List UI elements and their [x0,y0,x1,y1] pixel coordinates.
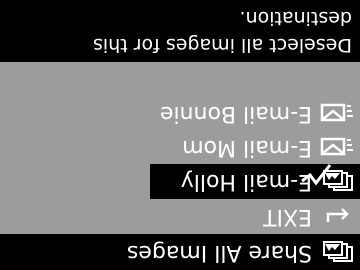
return-arrow-icon [326,208,349,222]
selection-pointer-icon [301,164,332,186]
menu-item-label: E-mail Bonnie [159,101,312,126]
multi-images-icon [323,241,353,262]
help-text-line: Deselect all images for this [92,34,352,56]
help-text-box: Deselect all images for this destination… [0,0,360,62]
menu-item-label: E-mail Mom [182,135,312,160]
menu-item-share-all-images[interactable]: Share All Images [0,234,360,270]
camera-share-menu-screen: Share All Images EXIT E-mail Holly E-mai… [0,0,360,270]
menu-item-email-holly[interactable]: E-mail Holly [150,164,360,199]
menu-item-label: E-mail Holly [180,169,312,195]
help-text-line: destination. [239,7,353,29]
menu-item-label: EXIT [263,204,312,229]
menu-item-label: Share All Images [126,240,312,265]
email-envelope-icon [320,137,353,156]
email-envelope-icon [320,103,353,122]
menu-item-email-bonnie[interactable]: E-mail Bonnie [0,96,360,130]
menu-item-exit[interactable]: EXIT [0,199,360,233]
menu-item-email-mom[interactable]: E-mail Mom [0,130,360,164]
